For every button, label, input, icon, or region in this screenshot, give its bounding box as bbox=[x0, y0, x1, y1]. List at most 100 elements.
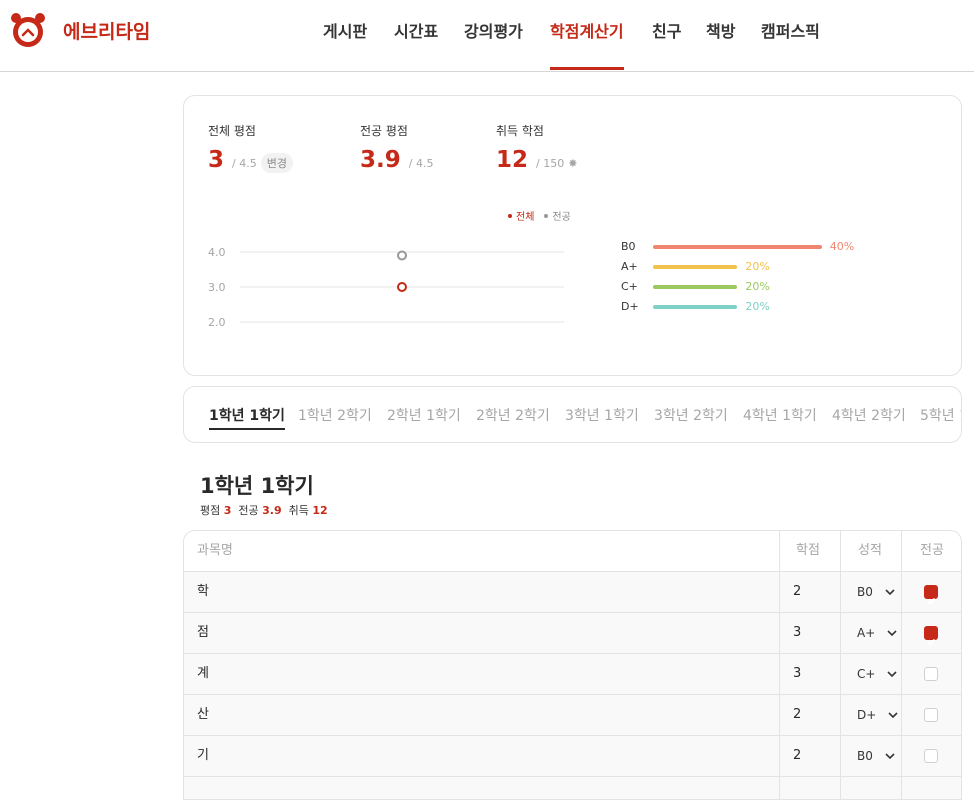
table-row: 기 2 B0 bbox=[184, 736, 961, 777]
gpa-trend-chart: 4.0 3.0 2.0 bbox=[208, 246, 564, 329]
semester-tab-0[interactable]: 1학년 1학기 bbox=[209, 405, 285, 430]
major-checkbox[interactable] bbox=[924, 749, 938, 763]
semester-credits-label: 취득 bbox=[288, 504, 309, 517]
distribution-row: B0 40% bbox=[621, 240, 921, 260]
gpa-summary-card: 전체 평점 3 / 4.5 변경 전공 평점 3.9 / 4.5 취득 학점 1… bbox=[183, 95, 962, 376]
total-gpa-label: 전체 평점 bbox=[208, 124, 256, 138]
grade-distribution: B0 40% A+ 20% C+ 20% D+ 20% bbox=[621, 240, 921, 320]
distribution-grade-label: B0 bbox=[621, 240, 636, 253]
credit-input[interactable]: 2 bbox=[780, 695, 841, 735]
major-checkbox[interactable] bbox=[924, 667, 938, 681]
semester-major-label: 전공 bbox=[238, 504, 259, 517]
semester-tab-6[interactable]: 4학년 1학기 bbox=[743, 405, 817, 428]
grade-select[interactable] bbox=[841, 777, 902, 799]
credits-value: 12 bbox=[496, 147, 529, 173]
distribution-percent: 20% bbox=[745, 260, 770, 273]
gear-icon[interactable]: ✸ bbox=[568, 157, 577, 170]
grade-value: B0 bbox=[857, 749, 873, 763]
header-subject-name: 과목명 bbox=[184, 531, 780, 571]
grade-select[interactable]: D+ bbox=[841, 695, 902, 735]
semester-tab-3[interactable]: 2학년 2학기 bbox=[476, 405, 550, 428]
distribution-bar bbox=[653, 305, 738, 309]
grade-select[interactable]: B0 bbox=[841, 736, 902, 776]
total-gpa-value: 3 bbox=[208, 147, 225, 173]
semester-tab-4[interactable]: 3학년 1학기 bbox=[565, 405, 639, 428]
chevron-down-icon bbox=[887, 671, 898, 678]
distribution-bar bbox=[653, 265, 738, 269]
distribution-bar bbox=[653, 285, 738, 289]
total-gpa-stat: 전체 평점 3 / 4.5 변경 bbox=[208, 122, 293, 173]
table-header-row: 과목명 학점 성적 전공 bbox=[184, 531, 961, 572]
nav-item-1[interactable]: 시간표 bbox=[394, 18, 438, 70]
credit-input[interactable] bbox=[780, 777, 841, 799]
table-row: 산 2 D+ bbox=[184, 695, 961, 736]
table-row: 계 3 C+ bbox=[184, 654, 961, 695]
semester-tab-7[interactable]: 4학년 2학기 bbox=[832, 405, 906, 428]
table-row: 학 2 B0 bbox=[184, 572, 961, 613]
distribution-row: D+ 20% bbox=[621, 300, 921, 320]
subject-name-input[interactable]: 기 bbox=[184, 736, 780, 776]
series-point-0-0[interactable] bbox=[397, 282, 407, 292]
grade-value: B0 bbox=[857, 585, 873, 599]
nav-item-3[interactable]: 학점계산기 bbox=[550, 18, 624, 70]
semester-tab-8[interactable]: 5학년 1학기 bbox=[920, 405, 961, 428]
nav-item-4[interactable]: 친구 bbox=[652, 18, 681, 70]
semester-tabs: 1학년 1학기 1학년 2학기 2학년 1학기 2학년 2학기 3학년 1학기 3학년 2… bbox=[183, 386, 962, 443]
major-checkbox[interactable] bbox=[924, 626, 938, 646]
semester-tab-2[interactable]: 2학년 1학기 bbox=[387, 405, 461, 428]
brand-name[interactable]: 에브리타임 bbox=[63, 17, 150, 44]
check-icon bbox=[926, 638, 936, 646]
distribution-percent: 20% bbox=[745, 300, 770, 313]
nav-item-6[interactable]: 캠퍼스픽 bbox=[761, 18, 820, 70]
legend-total: 전체 bbox=[508, 208, 534, 223]
alarm-clock-logo-icon[interactable] bbox=[8, 10, 48, 50]
credit-input[interactable]: 2 bbox=[780, 736, 841, 776]
chevron-down-icon bbox=[885, 753, 895, 760]
subject-name-input[interactable]: 계 bbox=[184, 654, 780, 694]
subject-name-input[interactable]: 산 bbox=[184, 695, 780, 735]
y-tick-label: 3.0 bbox=[208, 281, 226, 294]
nav-item-5[interactable]: 책방 bbox=[706, 18, 735, 70]
semester-title: 1학년 1학기 bbox=[200, 474, 314, 498]
legend-dot-icon bbox=[544, 213, 549, 218]
subject-name-input[interactable]: 학 bbox=[184, 572, 780, 612]
credits-label: 취득 학점 bbox=[496, 124, 544, 138]
change-scale-button[interactable]: 변경 bbox=[260, 153, 293, 173]
semester-tab-1[interactable]: 1학년 2학기 bbox=[298, 405, 372, 428]
chevron-down-icon bbox=[887, 630, 897, 637]
credits-max: / 150 bbox=[536, 157, 565, 170]
major-checkbox[interactable] bbox=[924, 708, 938, 722]
top-header: 에브리타임 게시판 시간표 강의평가 학점계산기 친구 책방 캠퍼스픽 bbox=[0, 0, 974, 72]
major-checkbox-cell bbox=[902, 695, 961, 735]
grade-select[interactable]: A+ bbox=[841, 613, 902, 653]
credits-stat: 취득 학점 12 / 150 ✸ bbox=[496, 122, 577, 173]
major-checkbox[interactable] bbox=[924, 585, 938, 605]
legend-major: 전공 bbox=[544, 208, 571, 223]
legend-dot-icon bbox=[508, 213, 512, 218]
distribution-bar bbox=[653, 245, 822, 249]
grade-select[interactable]: B0 bbox=[841, 572, 902, 612]
credit-input[interactable]: 2 bbox=[780, 572, 841, 612]
major-checkbox-cell bbox=[902, 736, 961, 776]
check-icon bbox=[926, 597, 936, 605]
semester-gpa-value: 3 bbox=[223, 504, 232, 517]
legend-major-label: 전공 bbox=[552, 212, 571, 223]
nav-item-0[interactable]: 게시판 bbox=[323, 18, 367, 70]
distribution-row: C+ 20% bbox=[621, 280, 921, 300]
nav-item-2[interactable]: 강의평가 bbox=[464, 18, 523, 70]
legend-total-label: 전체 bbox=[516, 212, 535, 223]
y-tick-label: 4.0 bbox=[208, 246, 226, 259]
semester-tab-5[interactable]: 3학년 2학기 bbox=[654, 405, 728, 428]
grade-value: A+ bbox=[857, 626, 876, 640]
subject-name-input[interactable]: 점 bbox=[184, 613, 780, 653]
subject-name-input[interactable] bbox=[184, 777, 780, 799]
distribution-percent: 40% bbox=[829, 240, 855, 253]
grade-select[interactable]: C+ bbox=[841, 654, 902, 694]
series-point-1-0[interactable] bbox=[397, 250, 407, 261]
major-checkbox-cell bbox=[902, 777, 961, 799]
credit-input[interactable]: 3 bbox=[780, 613, 841, 653]
major-checkbox-cell bbox=[902, 613, 961, 653]
credit-input[interactable]: 3 bbox=[780, 654, 841, 694]
header-grade: 성적 bbox=[841, 531, 902, 571]
distribution-grade-label: C+ bbox=[621, 280, 638, 293]
